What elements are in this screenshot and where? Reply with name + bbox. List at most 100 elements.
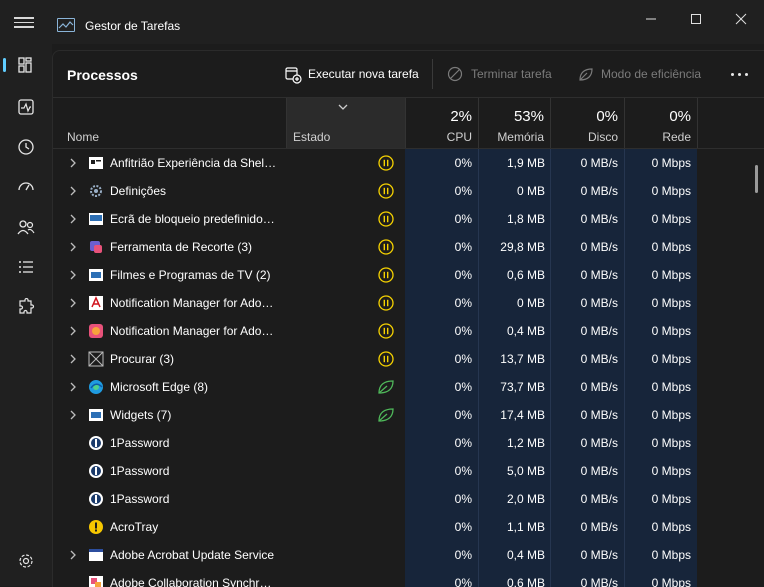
process-network: 0 Mbps — [651, 184, 691, 198]
chevron-right-icon[interactable] — [69, 550, 77, 560]
process-disk: 0 MB/s — [580, 324, 618, 338]
column-name[interactable]: Nome — [67, 130, 99, 144]
chevron-right-icon[interactable] — [69, 326, 77, 336]
column-network[interactable]: 0% Rede — [625, 98, 698, 148]
process-disk: 0 MB/s — [580, 380, 618, 394]
maximize-button[interactable] — [673, 8, 719, 30]
process-memory: 1,9 MB — [506, 156, 545, 170]
process-row[interactable]: Filmes e Programas de TV (2) 0% 0,6 MB 0 MB… — [53, 261, 764, 289]
process-row[interactable]: Widgets (7) 0% 17,4 MB 0 MB/s 0 Mbps — [53, 401, 764, 429]
process-disk: 0 MB/s — [580, 576, 618, 587]
process-row[interactable]: AcroTray 0% 1,1 MB 0 MB/s 0 Mbps — [53, 513, 764, 541]
chevron-right-icon[interactable] — [69, 382, 77, 392]
column-header-row: Nome Estado 2% CPU 53% Memória 0% Disco … — [53, 98, 764, 149]
process-cpu: 0% — [454, 156, 472, 170]
process-memory: 29,8 MB — [500, 240, 545, 254]
process-row[interactable]: Notification Manager for Adobe Creative … — [53, 317, 764, 345]
process-row[interactable]: Adobe Collaboration Synchronizer 0% 0,6 MB… — [53, 569, 764, 587]
chevron-right-icon[interactable] — [69, 270, 77, 280]
process-network: 0 Mbps — [651, 268, 691, 282]
process-disk: 0 MB/s — [580, 548, 618, 562]
process-memory: 1,2 MB — [506, 436, 545, 450]
process-row[interactable]: Microsoft Edge (8) 0% 73,7 MB 0 MB/s 0 Mbps — [53, 373, 764, 401]
process-disk: 0 MB/s — [580, 184, 618, 198]
disk-total: 0% — [596, 108, 618, 125]
gear-icon — [19, 554, 33, 568]
process-memory: 17,4 MB — [500, 408, 545, 422]
navigation-rail — [0, 44, 52, 586]
column-memory-label: Memória — [497, 130, 544, 144]
chevron-right-icon[interactable] — [69, 214, 77, 224]
process-row[interactable]: Anfitrião Experiência da Shell do Window… — [53, 149, 764, 177]
task-manager-app-icon — [57, 18, 75, 32]
process-network: 0 Mbps — [651, 408, 691, 422]
process-network: 0 Mbps — [651, 520, 691, 534]
column-disk-label: Disco — [587, 130, 618, 144]
services-icon — [19, 298, 35, 314]
process-network: 0 Mbps — [651, 156, 691, 170]
close-icon — [735, 13, 747, 25]
shell-window-icon — [89, 157, 103, 169]
chevron-right-icon[interactable] — [69, 298, 77, 308]
run-new-task-label: Executar nova tarefa — [308, 67, 419, 81]
process-memory: 1,1 MB — [506, 520, 545, 534]
process-cpu: 0% — [454, 352, 472, 366]
more-options-icon[interactable] — [729, 67, 751, 81]
process-disk: 0 MB/s — [580, 520, 618, 534]
process-row[interactable]: Ferramenta de Recorte (3) 0% 29,8 MB 0 MB/s… — [53, 233, 764, 261]
process-memory: 1,8 MB — [506, 212, 545, 226]
process-row[interactable]: 1Password 0% 1,2 MB 0 MB/s 0 Mbps — [53, 429, 764, 457]
column-memory[interactable]: 53% Memória — [479, 98, 551, 148]
nav-performance[interactable] — [6, 90, 46, 124]
process-name: 1Password — [110, 464, 170, 478]
end-task-icon — [447, 66, 463, 82]
column-cpu[interactable]: 2% CPU — [405, 98, 479, 148]
vertical-scrollbar[interactable] — [755, 165, 758, 193]
process-row[interactable]: Procurar (3) 0% 13,7 MB 0 MB/s 0 Mbps — [53, 345, 764, 373]
nav-services[interactable] — [6, 290, 46, 324]
chevron-right-icon[interactable] — [69, 354, 77, 364]
process-name: Ecrã de bloqueio predefinido do Windows — [110, 212, 278, 226]
column-disk[interactable]: 0% Disco — [551, 98, 625, 148]
process-network: 0 Mbps — [651, 576, 691, 587]
leaf-icon — [378, 408, 394, 422]
column-status[interactable]: Estado — [286, 98, 406, 148]
nav-app-history[interactable] — [6, 130, 46, 164]
nav-startup-apps[interactable] — [6, 170, 46, 204]
process-row[interactable]: Ecrã de bloqueio predefinido do Windows 0… — [53, 205, 764, 233]
process-row[interactable]: Definições 0% 0 MB 0 MB/s 0 Mbps — [53, 177, 764, 205]
nav-processes[interactable] — [3, 48, 46, 82]
process-row[interactable]: Adobe Acrobat Update Service 0% 0,4 MB 0 MB… — [53, 541, 764, 569]
minimize-button[interactable] — [628, 8, 674, 30]
process-cpu: 0% — [454, 296, 472, 310]
process-disk: 0 MB/s — [580, 492, 618, 506]
chevron-right-icon[interactable] — [69, 242, 77, 252]
leaf-icon — [579, 68, 593, 81]
collab-sync-icon — [89, 576, 103, 587]
nav-settings[interactable] — [6, 544, 46, 578]
chevron-right-icon[interactable] — [69, 186, 77, 196]
nav-users[interactable] — [6, 210, 46, 244]
hamburger-menu-icon[interactable] — [14, 14, 34, 30]
process-cpu: 0% — [454, 548, 472, 562]
process-network: 0 Mbps — [651, 352, 691, 366]
process-row[interactable]: 1Password 0% 2,0 MB 0 MB/s 0 Mbps — [53, 485, 764, 513]
page-title: Processos — [67, 67, 138, 83]
process-cpu: 0% — [454, 520, 472, 534]
maximize-icon — [691, 14, 701, 24]
settings-gear-icon — [90, 185, 102, 197]
process-cpu: 0% — [454, 380, 472, 394]
acrobat-update-icon — [89, 549, 103, 561]
process-name: 1Password — [110, 436, 170, 450]
pause-icon — [378, 155, 394, 171]
process-row[interactable]: 1Password 0% 5,0 MB 0 MB/s 0 Mbps — [53, 457, 764, 485]
process-name: Adobe Acrobat Update Service — [110, 548, 275, 562]
pause-icon — [378, 267, 394, 283]
process-row[interactable]: Notification Manager for Adobe Acrobat 0%… — [53, 289, 764, 317]
chevron-right-icon[interactable] — [69, 410, 77, 420]
nav-details[interactable] — [6, 250, 46, 284]
chevron-right-icon[interactable] — [69, 158, 77, 168]
process-cpu: 0% — [454, 576, 472, 587]
close-button[interactable] — [718, 8, 764, 30]
search-app-icon — [88, 351, 104, 367]
